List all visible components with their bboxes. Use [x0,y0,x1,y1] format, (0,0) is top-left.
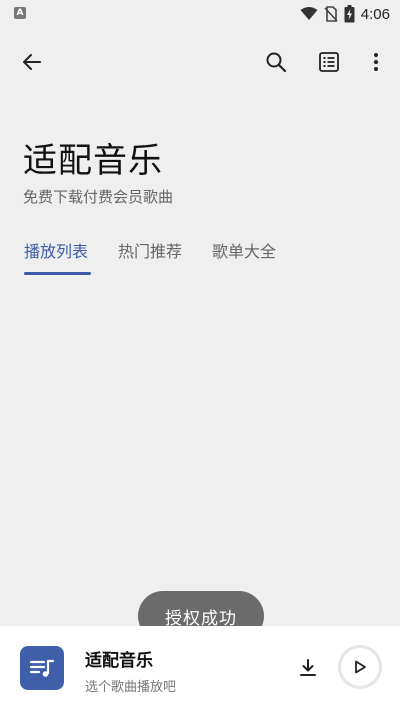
playlist-music-icon [29,659,55,677]
tab-bar: 播放列表 热门推荐 歌单大全 [0,232,400,280]
list-view-button[interactable] [311,44,347,80]
status-icons: 4:06 [300,4,390,24]
page-title: 适配音乐 [23,141,163,181]
more-vert-icon [374,53,378,71]
status-time: 4:06 [360,5,390,23]
mini-player[interactable]: 适配音乐 选个歌曲播放吧 [0,626,400,711]
no-sim-icon [324,6,338,22]
play-button[interactable] [338,645,382,689]
back-arrow-icon [23,54,41,70]
player-title: 适配音乐 [85,651,153,671]
page-subtitle: 免费下载付费会员歌曲 [23,188,174,206]
screen: A 4:06 适配音乐 免费下载付费会员歌曲 播放列表 热门推荐 歌单大全 授权… [0,0,400,711]
album-cover[interactable] [20,646,64,690]
player-subtitle: 选个歌曲播放吧 [85,680,177,695]
back-button[interactable] [14,44,50,80]
list-icon [319,52,339,72]
download-button[interactable] [293,653,323,683]
tab-hot-recommend[interactable]: 热门推荐 [118,238,182,262]
tab-indicator [24,272,91,275]
more-options-button[interactable] [358,44,394,80]
status-bar: A 4:06 [0,0,400,28]
tab-playlist-collection[interactable]: 歌单大全 [212,238,276,262]
app-bar [0,38,400,86]
search-icon [266,52,287,73]
wifi-icon [300,7,318,20]
tab-playlist[interactable]: 播放列表 [24,238,88,262]
notification-badge-icon: A [14,7,26,19]
battery-charging-icon [344,5,355,23]
play-icon [355,660,366,674]
download-icon [300,659,316,676]
search-button[interactable] [258,44,294,80]
